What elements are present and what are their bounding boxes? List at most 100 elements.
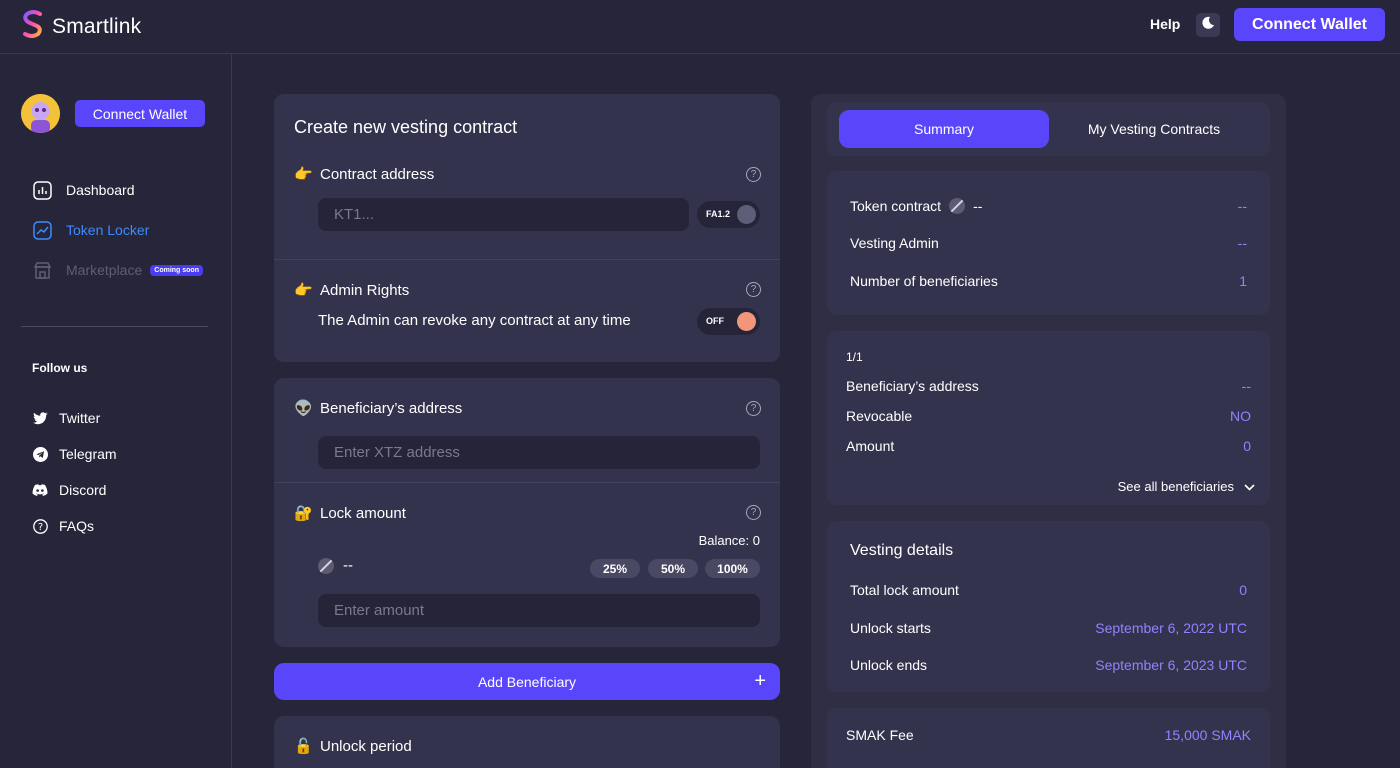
coming-soon-badge: Coming soon [150, 264, 203, 276]
social-label: Twitter [59, 410, 101, 426]
admin-rights-description: The Admin can revoke any contract at any… [318, 312, 631, 329]
vesting-details-card: Vesting details Total lock amount 0 Unlo… [827, 521, 1270, 692]
social-discord[interactable]: Discord [32, 482, 106, 498]
row-value: NO [1230, 408, 1251, 424]
plus-icon: + [754, 670, 766, 692]
add-beneficiary-label: Add Beneficiary [477, 673, 577, 690]
store-icon [32, 260, 52, 280]
admin-rights-toggle[interactable]: OFF [697, 308, 760, 335]
beneficiary-card: 👽 Beneficiary’s address ? Enter XTZ addr… [274, 378, 780, 647]
summary-tabs: Summary My Vesting Contracts [827, 102, 1270, 156]
connect-wallet-button[interactable]: Connect Wallet [1234, 8, 1385, 41]
percent-25-button[interactable]: 25% [590, 559, 640, 578]
beneficiary-pager: 1/1 [846, 350, 1247, 364]
create-contract-card: Create new vesting contract 👉 Contract a… [274, 94, 780, 362]
tab-summary[interactable]: Summary [839, 110, 1049, 148]
revocable-row: Revocable NO [846, 408, 1251, 424]
smak-fee-row: SMAK Fee 15,000 SMAK [846, 727, 1251, 743]
row-label: Unlock ends [850, 657, 928, 673]
toggle-knob [737, 205, 756, 224]
row-label: SMAK Fee [846, 727, 914, 743]
help-icon[interactable]: ? [746, 282, 761, 297]
social-label: Discord [59, 482, 107, 498]
toggle-label: FA1.2 [706, 209, 731, 219]
row-value: -- [1237, 198, 1247, 214]
help-link[interactable]: Help [1150, 16, 1180, 32]
help-icon[interactable]: ? [746, 505, 761, 520]
contract-address-input[interactable]: KT1... [318, 198, 689, 231]
avatar[interactable] [21, 94, 60, 133]
beneficiary-address-input[interactable]: Enter XTZ address [318, 436, 760, 469]
total-lock-amount-row: Total lock amount 0 [850, 582, 1247, 598]
add-beneficiary-button[interactable]: Add Beneficiary + [274, 663, 780, 700]
page-title: Create new vesting contract [294, 117, 518, 137]
lock-icon: 🔓 [294, 738, 313, 755]
sidebar-item-token-locker[interactable]: Token Locker [32, 220, 149, 240]
vesting-admin-row: Vesting Admin -- [850, 235, 1247, 251]
social-faqs[interactable]: ? FAQs [32, 518, 94, 534]
divider [274, 482, 780, 483]
admin-rights-label: 👉 Admin Rights [294, 281, 410, 300]
sidebar-item-dashboard[interactable]: Dashboard [32, 180, 135, 200]
sidebar-item-label: Marketplace [66, 262, 143, 278]
pager-text: 1/1 [846, 350, 863, 364]
social-twitter[interactable]: Twitter [32, 410, 100, 426]
app-name: Smartlink [52, 14, 142, 38]
sidebar-connect-wallet-button[interactable]: Connect Wallet [75, 100, 205, 127]
top-bar: Smartlink Help Connect Wallet [0, 0, 1400, 54]
help-icon[interactable]: ? [746, 167, 761, 182]
lock-amount-input[interactable]: Enter amount [318, 594, 760, 627]
token-icon [949, 198, 966, 214]
contract-address-label: 👉 Contract address [294, 165, 435, 184]
twitter-icon [32, 410, 48, 426]
social-label: Telegram [59, 446, 117, 462]
balance-text: Balance: 0 [698, 533, 760, 548]
see-all-label: See all beneficiaries [1117, 479, 1234, 494]
unlock-period-card: 🔓 Unlock period [274, 716, 780, 768]
pointing-hand-icon: 👉 [294, 282, 313, 299]
percent-50-button[interactable]: 50% [648, 559, 698, 578]
row-label: Amount [846, 438, 895, 454]
row-label: Total lock amount [850, 582, 959, 598]
theme-toggle-button[interactable] [1196, 13, 1220, 37]
sidebar-divider [21, 326, 208, 327]
row-label: Number of beneficiaries [850, 273, 998, 289]
beneficiary-address-label: 👽 Beneficiary’s address [294, 399, 463, 418]
fa-standard-toggle[interactable]: FA1.2 [697, 201, 760, 228]
token-icon [318, 557, 334, 574]
row-label: Token contract [850, 198, 942, 214]
help-icon[interactable]: ? [746, 401, 761, 416]
row-value: September 6, 2023 UTC [1095, 657, 1247, 673]
sidebar: Connect Wallet Dashboard Token Locker Ma… [0, 54, 232, 768]
sidebar-item-label: Dashboard [66, 182, 135, 198]
question-circle-icon: ? [32, 518, 48, 534]
amount-row: Amount 0 [846, 438, 1251, 454]
follow-us-heading: Follow us [32, 361, 88, 375]
field-label-text: Unlock period [320, 737, 412, 755]
unlock-period-label: 🔓 Unlock period [294, 737, 412, 756]
beneficiary-summary-card: 1/1 Beneficiary’s address -- Revocable N… [827, 331, 1270, 505]
row-label: Vesting Admin [850, 235, 939, 251]
lock-amount-label: 🔐 Lock amount [294, 504, 406, 523]
social-label: FAQs [59, 518, 95, 534]
logo[interactable]: Smartlink [20, 9, 141, 44]
percent-100-button[interactable]: 100% [705, 559, 760, 578]
sidebar-item-marketplace[interactable]: Marketplace Coming soon [32, 260, 203, 280]
row-value: 0 [1243, 438, 1251, 454]
social-telegram[interactable]: Telegram [32, 446, 117, 462]
row-value: September 6, 2022 UTC [1095, 620, 1247, 636]
token-selector[interactable]: -- [318, 557, 353, 574]
token-value: -- [343, 557, 353, 574]
smartlink-logo-icon [20, 9, 46, 44]
field-label-text: Admin Rights [320, 281, 410, 299]
tab-my-vesting-contracts[interactable]: My Vesting Contracts [1049, 110, 1259, 148]
row-label: Beneficiary’s address [846, 378, 979, 394]
field-label-text: Beneficiary’s address [320, 399, 463, 417]
contract-info-card: Token contract -- -- Vesting Admin -- Nu… [827, 171, 1270, 315]
divider [274, 259, 780, 260]
row-label: Revocable [846, 408, 913, 424]
token-contract-row: Token contract -- -- [850, 198, 1247, 214]
moon-icon [1201, 16, 1215, 35]
see-all-beneficiaries-link[interactable]: See all beneficiaries [1118, 479, 1255, 494]
field-label-text: Contract address [320, 165, 435, 183]
